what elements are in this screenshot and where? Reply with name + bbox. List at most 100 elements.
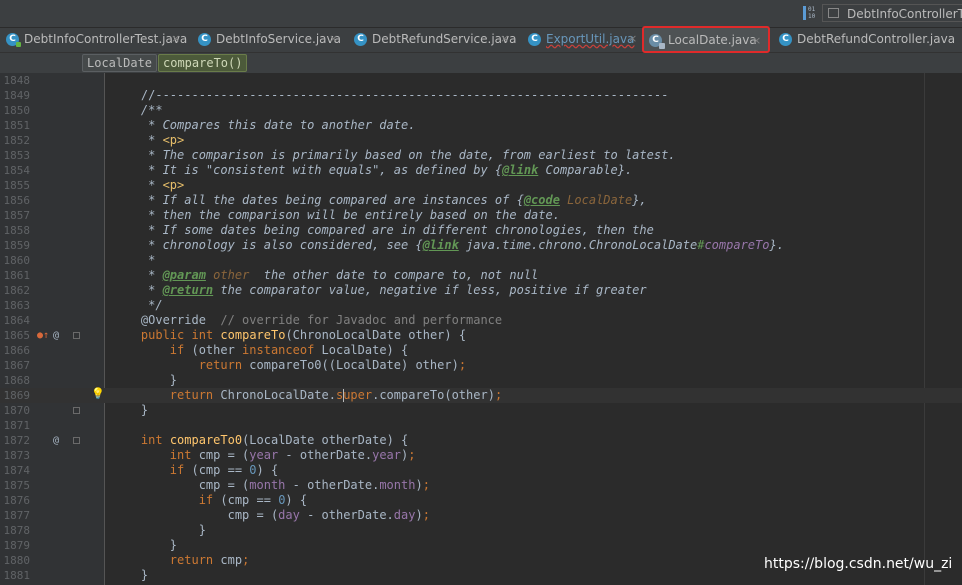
line-number: 1858	[3, 224, 31, 237]
code-editor[interactable]: 1848 1849 //----------------------------…	[0, 73, 962, 585]
code-line: 1863 */	[0, 298, 962, 313]
line-code: cmp = (month - otherDate.month);	[112, 478, 430, 492]
code-line: 1853 * The comparison is primarily based…	[0, 148, 962, 163]
tab-exportutil[interactable]: C ExportUtil.java ×	[522, 28, 640, 52]
line-code: if (other instanceof LocalDate) {	[169, 343, 409, 357]
close-icon[interactable]: ×	[500, 28, 509, 50]
code-line: 1858 * If some dates being compared are …	[0, 223, 962, 238]
tab-label: DebtRefundService.java	[372, 32, 517, 46]
line-number: 1855	[3, 179, 31, 192]
tab-label: ExportUtil.java	[546, 32, 635, 46]
annotation-icon[interactable]: @	[53, 330, 59, 342]
line-code: @Override // override for Javadoc and pe…	[112, 313, 503, 327]
line-number: 1880	[3, 554, 31, 567]
code-line: 1868 }	[0, 373, 962, 388]
code-line: 1849 //---------------------------------…	[0, 88, 962, 103]
line-number: 1866	[3, 344, 31, 357]
title-toolbar: 01 10 DebtInfoControllerTest	[0, 0, 962, 28]
binary-icon[interactable]: 01 10	[802, 6, 816, 20]
code-line: 1867 return compareTo0((LocalDate) other…	[0, 358, 962, 373]
line-number: 1853	[3, 149, 31, 162]
code-line: 1848	[0, 73, 962, 88]
code-line: 1857 * then the comparison will be entir…	[0, 208, 962, 223]
line-number: 1856	[3, 194, 31, 207]
code-line-current: 1869 💡 return ChronoLocalDate.super.comp…	[0, 388, 962, 403]
annotation-icon[interactable]: @	[53, 435, 59, 447]
lightbulb-icon[interactable]: 💡	[91, 388, 105, 400]
line-number: 1857	[3, 209, 31, 222]
close-icon[interactable]: ×	[171, 28, 180, 50]
line-code: if (cmp == 0) {	[198, 493, 308, 507]
line-code: * Compares this date to another date.	[112, 118, 416, 132]
line-number: 1861	[3, 269, 31, 282]
line-code: /**	[112, 103, 163, 117]
breadcrumb: LocalDate compareTo()	[0, 53, 962, 73]
line-number: 1881	[3, 569, 31, 582]
text-caret	[343, 389, 344, 402]
line-code: }	[112, 373, 178, 387]
line-code: }	[112, 568, 149, 582]
line-number: 1863	[3, 299, 31, 312]
code-line: 1878 }	[0, 523, 962, 538]
line-code: * then the comparison will be entirely b…	[112, 208, 560, 222]
line-number: 1849	[3, 89, 31, 102]
code-line: 1855 * <p>	[0, 178, 962, 193]
fold-icon[interactable]	[73, 332, 80, 339]
run-configuration-label: DebtInfoControllerTest	[847, 7, 962, 21]
tab-label: DebtInfoService.java	[216, 32, 341, 46]
line-code: //--------------------------------------…	[112, 88, 669, 102]
line-number: 1862	[3, 284, 31, 297]
breadcrumb-method[interactable]: compareTo()	[158, 54, 248, 72]
line-number: 1875	[3, 479, 31, 492]
code-line: 1862 * @return the comparator value, neg…	[0, 283, 962, 298]
line-code: int compareTo0(LocalDate otherDate) {	[140, 433, 409, 447]
line-code: * The comparison is primarily based on t…	[112, 148, 676, 162]
code-line: 1851 * Compares this date to another dat…	[0, 118, 962, 133]
breadcrumb-class[interactable]: LocalDate	[82, 54, 158, 72]
line-number: 1848	[3, 74, 31, 87]
code-line: 1850 /**	[0, 103, 962, 118]
editor-tab-bar: C DebtInfoControllerTest.java × C DebtIn…	[0, 26, 962, 53]
code-line: 1852 * <p>	[0, 133, 962, 148]
overriding-method-icon[interactable]: ●↑	[37, 330, 49, 342]
line-number: 1877	[3, 509, 31, 522]
library-class-icon: C	[649, 34, 665, 49]
line-number: 1879	[3, 539, 31, 552]
line-code: * It is "consistent with equals", as def…	[112, 163, 633, 177]
tab-debtinfocontrollertest[interactable]: C DebtInfoControllerTest.java ×	[0, 28, 188, 52]
line-number: 1873	[3, 449, 31, 462]
line-number: 1868	[3, 374, 31, 387]
close-icon[interactable]: ×	[628, 28, 637, 50]
binary-digits: 01 10	[808, 6, 816, 20]
close-icon[interactable]: ×	[329, 28, 338, 50]
code-line: 1864 @Override // override for Javadoc a…	[0, 313, 962, 328]
run-config-icon	[828, 8, 839, 18]
tab-debtrefundservice[interactable]: C DebtRefundService.java ×	[348, 28, 520, 52]
tab-label: LocalDate.java	[668, 33, 757, 47]
code-line: 1875 cmp = (month - otherDate.month);	[0, 478, 962, 493]
fold-icon[interactable]	[73, 407, 80, 414]
line-code: public int compareTo(ChronoLocalDate oth…	[140, 328, 467, 342]
code-line: 1877 cmp = (day - otherDate.day);	[0, 508, 962, 523]
line-code: * If all the dates being compared are in…	[112, 193, 647, 207]
line-code: int cmp = (year - otherDate.year);	[169, 448, 416, 462]
code-line: 1871	[0, 418, 962, 433]
line-code: * chronology is also considered, see {@l…	[112, 238, 784, 252]
tab-localdate[interactable]: C LocalDate.java ×	[642, 26, 770, 53]
line-number: 1864	[3, 314, 31, 327]
code-line: 1870 }	[0, 403, 962, 418]
code-line: 1856 * If all the dates being compared a…	[0, 193, 962, 208]
tab-label: DebtRefundController.java	[797, 32, 956, 46]
fold-icon[interactable]	[73, 437, 80, 444]
run-configuration-selector[interactable]: DebtInfoControllerTest	[822, 4, 962, 22]
class-icon: C	[528, 33, 541, 46]
tab-debtinfoservice[interactable]: C DebtInfoService.java ×	[192, 28, 344, 52]
line-number: 1852	[3, 134, 31, 147]
line-number: 1872	[3, 434, 31, 447]
line-number: 1870	[3, 404, 31, 417]
line-number: 1874	[3, 464, 31, 477]
close-icon[interactable]: ×	[752, 28, 761, 53]
code-line: 1876 if (cmp == 0) {	[0, 493, 962, 508]
line-code: * <p>	[112, 178, 185, 192]
tab-debtrefundcontroller[interactable]: C DebtRefundController.java	[773, 28, 962, 52]
